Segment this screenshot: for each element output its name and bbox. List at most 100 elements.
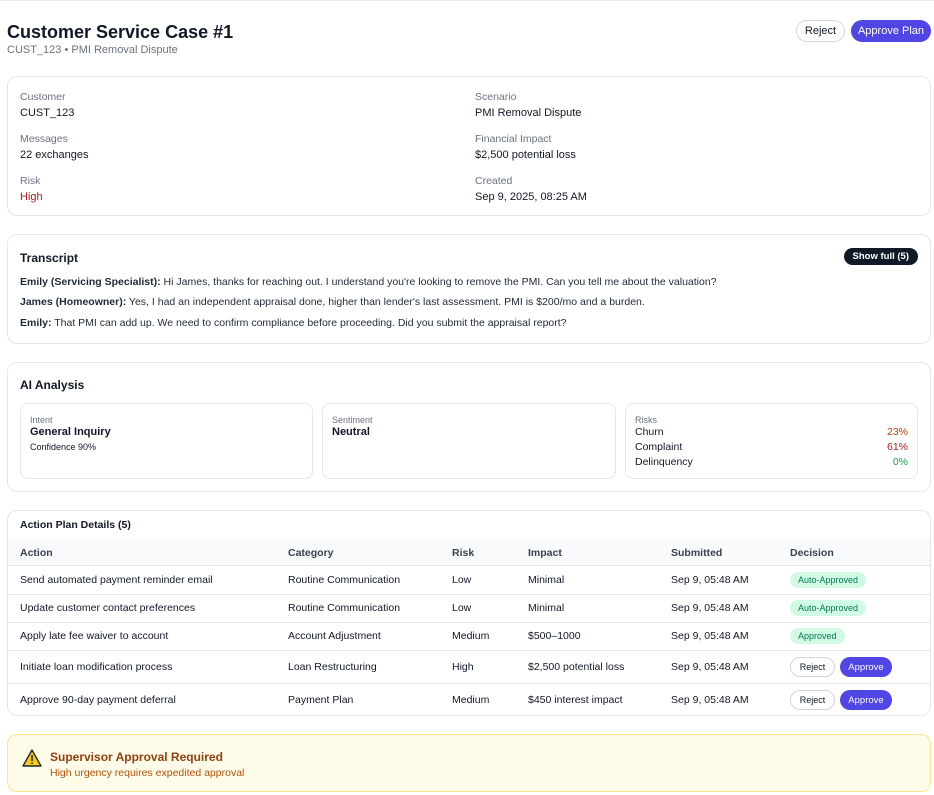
cell-risk: Low	[452, 602, 472, 614]
risk-name: Churn	[635, 426, 664, 438]
cell-action: Send automated payment reminder email	[20, 574, 213, 586]
cell-impact: $2,500 potential loss	[528, 661, 625, 673]
messages-value: 22 exchanges	[20, 149, 89, 161]
cell-risk: Low	[452, 574, 472, 586]
supervisor-alert: Supervisor Approval Required High urgenc…	[7, 734, 931, 792]
cell-impact: $500–1000	[528, 630, 581, 642]
cell-category: Routine Communication	[288, 602, 401, 614]
column-header-risk: Risk	[452, 547, 475, 559]
cell-submitted: Sep 9, 05:48 AM	[671, 630, 749, 642]
approve-plan-button[interactable]: Approve Plan	[851, 20, 931, 42]
transcript-message: Emily: That PMI can add up. We need to c…	[20, 317, 567, 329]
cell-submitted: Sep 9, 05:48 AM	[671, 602, 749, 614]
status-badge: Approved	[790, 628, 845, 644]
cell-submitted: Sep 9, 05:48 AM	[671, 661, 749, 673]
cell-category: Account Adjustment	[288, 630, 381, 642]
transcript-title: Transcript	[20, 251, 79, 265]
message-speaker: James (Homeowner):	[20, 296, 127, 308]
reject-button[interactable]: Reject	[796, 20, 845, 42]
risk-field: Risk High	[20, 175, 43, 204]
cell-impact: Minimal	[528, 574, 565, 586]
cell-action: Approve 90-day payment deferral	[20, 694, 176, 706]
cell-category: Routine Communication	[288, 574, 401, 586]
risk-row-complaint: Complaint 61%	[635, 441, 908, 453]
ai-analysis-title: AI Analysis	[20, 378, 85, 392]
risk-name: Delinquency	[635, 456, 693, 468]
table-row: Send automated payment reminder email Ro…	[8, 567, 930, 595]
column-header-category: Category	[288, 547, 334, 559]
sentiment-box: Sentiment Neutral	[322, 403, 616, 479]
page-header: Customer Service Case #1 CUST_123 • PMI …	[7, 20, 931, 60]
sentiment-value: Neutral	[332, 426, 370, 438]
cell-submitted: Sep 9, 05:48 AM	[671, 574, 749, 586]
cell-impact: Minimal	[528, 602, 565, 614]
message-text: That PMI can add up. We need to confirm …	[51, 317, 567, 329]
warning-icon	[22, 749, 42, 767]
risk-value: High	[20, 191, 43, 203]
approve-action-button[interactable]: Approve	[840, 657, 892, 677]
message-speaker: Emily (Servicing Specialist):	[20, 276, 161, 288]
column-header-action: Action	[20, 547, 53, 559]
risk-name: Complaint	[635, 441, 683, 453]
message-speaker: Emily:	[20, 317, 52, 329]
table-row: Apply late fee waiver to account Account…	[8, 623, 930, 651]
cell-risk: High	[452, 661, 474, 673]
cell-action: Initiate loan modification process	[20, 661, 173, 673]
top-divider	[0, 0, 934, 1]
status-badge: Auto-Approved	[790, 572, 867, 588]
column-header-impact: Impact	[528, 547, 562, 559]
sentiment-label: Sentiment	[332, 415, 373, 425]
cell-impact: $450 interest impact	[528, 694, 623, 706]
intent-label: Intent	[30, 415, 53, 425]
scenario-field: Scenario PMI Removal Dispute	[475, 91, 581, 120]
table-header: Action Category Risk Impact Submitted De…	[8, 539, 930, 566]
message-text: Hi James, thanks for reaching out. I und…	[160, 276, 717, 288]
scenario-value: PMI Removal Dispute	[475, 107, 582, 119]
action-plan-card: Action Plan Details (5) Action Category …	[7, 510, 931, 716]
financial-impact-label: Financial Impact	[475, 133, 552, 145]
action-plan-title: Action Plan Details (5)	[20, 519, 131, 531]
risk-row-churn: Churn 23%	[635, 426, 908, 438]
intent-confidence: Confidence 90%	[30, 442, 97, 452]
reject-action-button[interactable]: Reject	[790, 690, 835, 710]
cell-action: Update customer contact preferences	[20, 602, 196, 614]
created-field: Created Sep 9, 2025, 08:25 AM	[475, 175, 587, 204]
page-title: Customer Service Case #1	[7, 22, 234, 42]
status-badge: Auto-Approved	[790, 600, 867, 616]
cell-risk: Medium	[452, 694, 490, 706]
risk-row-delinquency: Delinquency 0%	[635, 456, 908, 468]
cell-category: Loan Restructuring	[288, 661, 377, 673]
customer-value: CUST_123	[20, 107, 75, 119]
alert-text: High urgency requires expedited approval	[50, 767, 245, 779]
messages-field: Messages 22 exchanges	[20, 133, 89, 162]
table-row: Approve 90-day payment deferral Payment …	[8, 684, 930, 715]
ai-analysis-card: AI Analysis Intent General Inquiry Confi…	[7, 362, 931, 492]
message-text: Yes, I had an independent appraisal done…	[126, 296, 645, 308]
table-row: Update customer contact preferences Rout…	[8, 595, 930, 623]
alert-title: Supervisor Approval Required	[50, 750, 223, 764]
intent-box: Intent General Inquiry Confidence 90%	[20, 403, 313, 479]
risks-box: Risks Churn 23% Complaint 61% Delinquenc…	[625, 403, 918, 479]
reject-action-button[interactable]: Reject	[790, 657, 835, 677]
transcript-message: James (Homeowner): Yes, I had an indepen…	[20, 296, 645, 308]
financial-impact-value: $2,500 potential loss	[475, 149, 576, 161]
risk-label: Risk	[20, 175, 41, 187]
financial-impact-field: Financial Impact $2,500 potential loss	[475, 133, 576, 162]
cell-risk: Medium	[452, 630, 490, 642]
page-subtitle: CUST_123 • PMI Removal Dispute	[7, 44, 178, 56]
cell-submitted: Sep 9, 05:48 AM	[671, 694, 749, 706]
approve-action-button[interactable]: Approve	[840, 690, 892, 710]
intent-value: General Inquiry	[30, 426, 111, 438]
customer-label: Customer	[20, 91, 66, 103]
created-label: Created	[475, 175, 513, 187]
show-full-button[interactable]: Show full (5)	[843, 248, 918, 265]
scenario-label: Scenario	[475, 91, 517, 103]
customer-field: Customer CUST_123	[20, 91, 74, 120]
cell-action: Apply late fee waiver to account	[20, 630, 169, 642]
transcript-card: Transcript Show full (5) Emily (Servicin…	[7, 234, 931, 344]
table-row: Initiate loan modification process Loan …	[8, 651, 930, 684]
cell-category: Payment Plan	[288, 694, 354, 706]
column-header-decision: Decision	[790, 547, 834, 559]
messages-label: Messages	[20, 133, 68, 145]
risk-value: 0%	[892, 456, 908, 468]
